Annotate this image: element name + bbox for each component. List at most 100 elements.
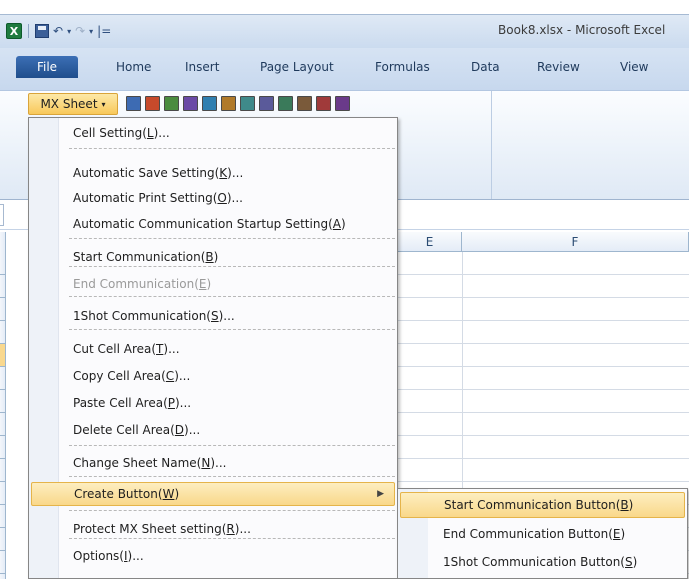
- menu-item-delete-cell-area[interactable]: Delete Cell Area(D)...: [30, 418, 396, 442]
- accelerator-key: C: [165, 369, 175, 383]
- tab-insert[interactable]: Insert: [185, 56, 219, 78]
- menu-separator: [69, 476, 395, 477]
- menu-item-label: Change Sheet Name(: [73, 456, 202, 470]
- menu-separator: [69, 238, 395, 239]
- save-icon[interactable]: [35, 24, 49, 38]
- customize-toolbar-icon[interactable]: |=: [97, 24, 111, 38]
- excel-logo-icon[interactable]: X: [6, 23, 22, 39]
- ribbon-tool-icon[interactable]: [145, 96, 160, 111]
- name-box[interactable]: [0, 204, 4, 226]
- menu-separator: [69, 510, 395, 511]
- submenu-item-label: 1Shot Communication Button(: [443, 555, 625, 569]
- menu-item-cell-setting[interactable]: Cell Setting(L)...: [30, 121, 396, 145]
- accelerator-key: N: [201, 456, 211, 470]
- menu-item-label: Protect MX Sheet setting(: [73, 522, 227, 536]
- menu-item-change-sheet-name[interactable]: Change Sheet Name(N)...: [30, 451, 396, 475]
- row-header[interactable]: [0, 436, 6, 459]
- ribbon-tool-icon[interactable]: [126, 96, 141, 111]
- row-header[interactable]: [0, 275, 6, 298]
- menu-item-options[interactable]: Options(I)...: [30, 544, 396, 568]
- ribbon-tabs: File Home Insert Page Layout Formulas Da…: [0, 48, 689, 90]
- menu-item-create-button[interactable]: Create Button(W) ▶: [31, 482, 395, 506]
- submenu-item-1shot-communication-button[interactable]: 1Shot Communication Button(S): [399, 549, 686, 575]
- row-header[interactable]: [0, 390, 6, 413]
- row-header[interactable]: [0, 482, 6, 505]
- tab-review[interactable]: Review: [537, 56, 580, 78]
- menu-item-suffix: ): [340, 217, 346, 231]
- menu-item-suffix: )...: [227, 166, 244, 180]
- ribbon-tool-icon[interactable]: [278, 96, 293, 111]
- row-header[interactable]: [0, 344, 6, 367]
- column-header-f[interactable]: F: [462, 232, 689, 252]
- row-header[interactable]: [0, 252, 6, 275]
- menu-item-start-communication[interactable]: Start Communication(B): [30, 245, 396, 269]
- ribbon-tool-icon[interactable]: [335, 96, 350, 111]
- menu-item-automatic-communication-startup-setting[interactable]: Automatic Communication Startup Setting(…: [30, 212, 396, 236]
- ribbon-tool-icon[interactable]: [221, 96, 236, 111]
- ribbon-tool-icon[interactable]: [259, 96, 274, 111]
- menu-item-label: Copy Cell Area(: [73, 369, 166, 383]
- menu-item-automatic-print-setting[interactable]: Automatic Print Setting(O)...: [30, 186, 396, 210]
- redo-icon[interactable]: ↷: [75, 24, 85, 38]
- menu-item-suffix: )...: [226, 191, 243, 205]
- row-header[interactable]: [0, 505, 6, 528]
- column-header-e[interactable]: E: [398, 232, 462, 252]
- accelerator-key: A: [332, 217, 341, 231]
- menu-item-suffix: )...: [210, 456, 227, 470]
- ribbon-tool-icon[interactable]: [183, 96, 198, 111]
- row-header[interactable]: [0, 459, 6, 482]
- menu-item-label: Delete Cell Area(: [73, 423, 175, 437]
- chevron-down-icon: ▾: [101, 99, 106, 109]
- tab-page-layout[interactable]: Page Layout: [260, 56, 334, 78]
- submenu-item-label: End Communication Button(: [443, 527, 613, 541]
- mx-sheet-menu-button[interactable]: MX Sheet ▾: [28, 93, 118, 115]
- select-all-corner[interactable]: [0, 232, 6, 252]
- ribbon-tool-icon[interactable]: [164, 96, 179, 111]
- accelerator-key: O: [217, 191, 227, 205]
- submenu-item-suffix: ): [620, 527, 626, 541]
- accelerator-key: E: [612, 527, 621, 541]
- menu-item-paste-cell-area[interactable]: Paste Cell Area(P)...: [30, 391, 396, 415]
- menu-item-protect-mx-sheet-setting[interactable]: Protect MX Sheet setting(R)...: [30, 517, 396, 541]
- menu-item-cut-cell-area[interactable]: Cut Cell Area(T)...: [30, 337, 396, 361]
- menu-item-copy-cell-area[interactable]: Copy Cell Area(C)...: [30, 364, 396, 388]
- redo-dropdown-icon[interactable]: ▾: [89, 27, 93, 36]
- undo-dropdown-icon[interactable]: ▾: [67, 27, 71, 36]
- ribbon-group-divider: [491, 91, 492, 199]
- tab-home[interactable]: Home: [116, 56, 151, 78]
- ribbon-tool-icon[interactable]: [316, 96, 331, 111]
- menu-item-suffix: )...: [153, 126, 170, 140]
- undo-icon[interactable]: ↶: [53, 24, 63, 38]
- row-header[interactable]: [0, 551, 6, 574]
- submenu-item-suffix: ): [628, 498, 634, 512]
- menu-item-label: Automatic Save Setting(: [73, 166, 220, 180]
- menu-item-suffix: ): [206, 277, 212, 291]
- menu-item-suffix: )...: [184, 423, 201, 437]
- row-header[interactable]: [0, 528, 6, 551]
- submenu-item-start-communication-button[interactable]: Start Communication Button(B): [400, 492, 685, 518]
- menu-separator: [69, 445, 395, 446]
- tab-data[interactable]: Data: [471, 56, 500, 78]
- menu-item-suffix: )...: [234, 522, 251, 536]
- accelerator-key: D: [174, 423, 185, 437]
- submenu-item-suffix: ): [632, 555, 638, 569]
- row-header[interactable]: [0, 574, 6, 579]
- row-header[interactable]: [0, 413, 6, 436]
- tab-view[interactable]: View: [620, 56, 648, 78]
- ribbon-tool-icon[interactable]: [240, 96, 255, 111]
- accelerator-key: W: [162, 487, 175, 501]
- accelerator-key: S: [210, 309, 219, 323]
- ribbon-tool-icon[interactable]: [202, 96, 217, 111]
- menu-item-label: Cell Setting(: [73, 126, 147, 140]
- row-header[interactable]: [0, 298, 6, 321]
- menu-item-suffix: )...: [174, 369, 191, 383]
- tab-formulas[interactable]: Formulas: [375, 56, 430, 78]
- row-header[interactable]: [0, 367, 6, 390]
- menu-item-automatic-save-setting[interactable]: Automatic Save Setting(K)...: [30, 161, 396, 185]
- ribbon-tool-icon[interactable]: [297, 96, 312, 111]
- submenu-item-end-communication-button[interactable]: End Communication Button(E): [399, 521, 686, 547]
- tab-file[interactable]: File: [16, 56, 78, 78]
- menu-item-1shot-communication[interactable]: 1Shot Communication(S)...: [30, 304, 396, 328]
- row-header[interactable]: [0, 321, 6, 344]
- accelerator-key: B: [620, 498, 629, 512]
